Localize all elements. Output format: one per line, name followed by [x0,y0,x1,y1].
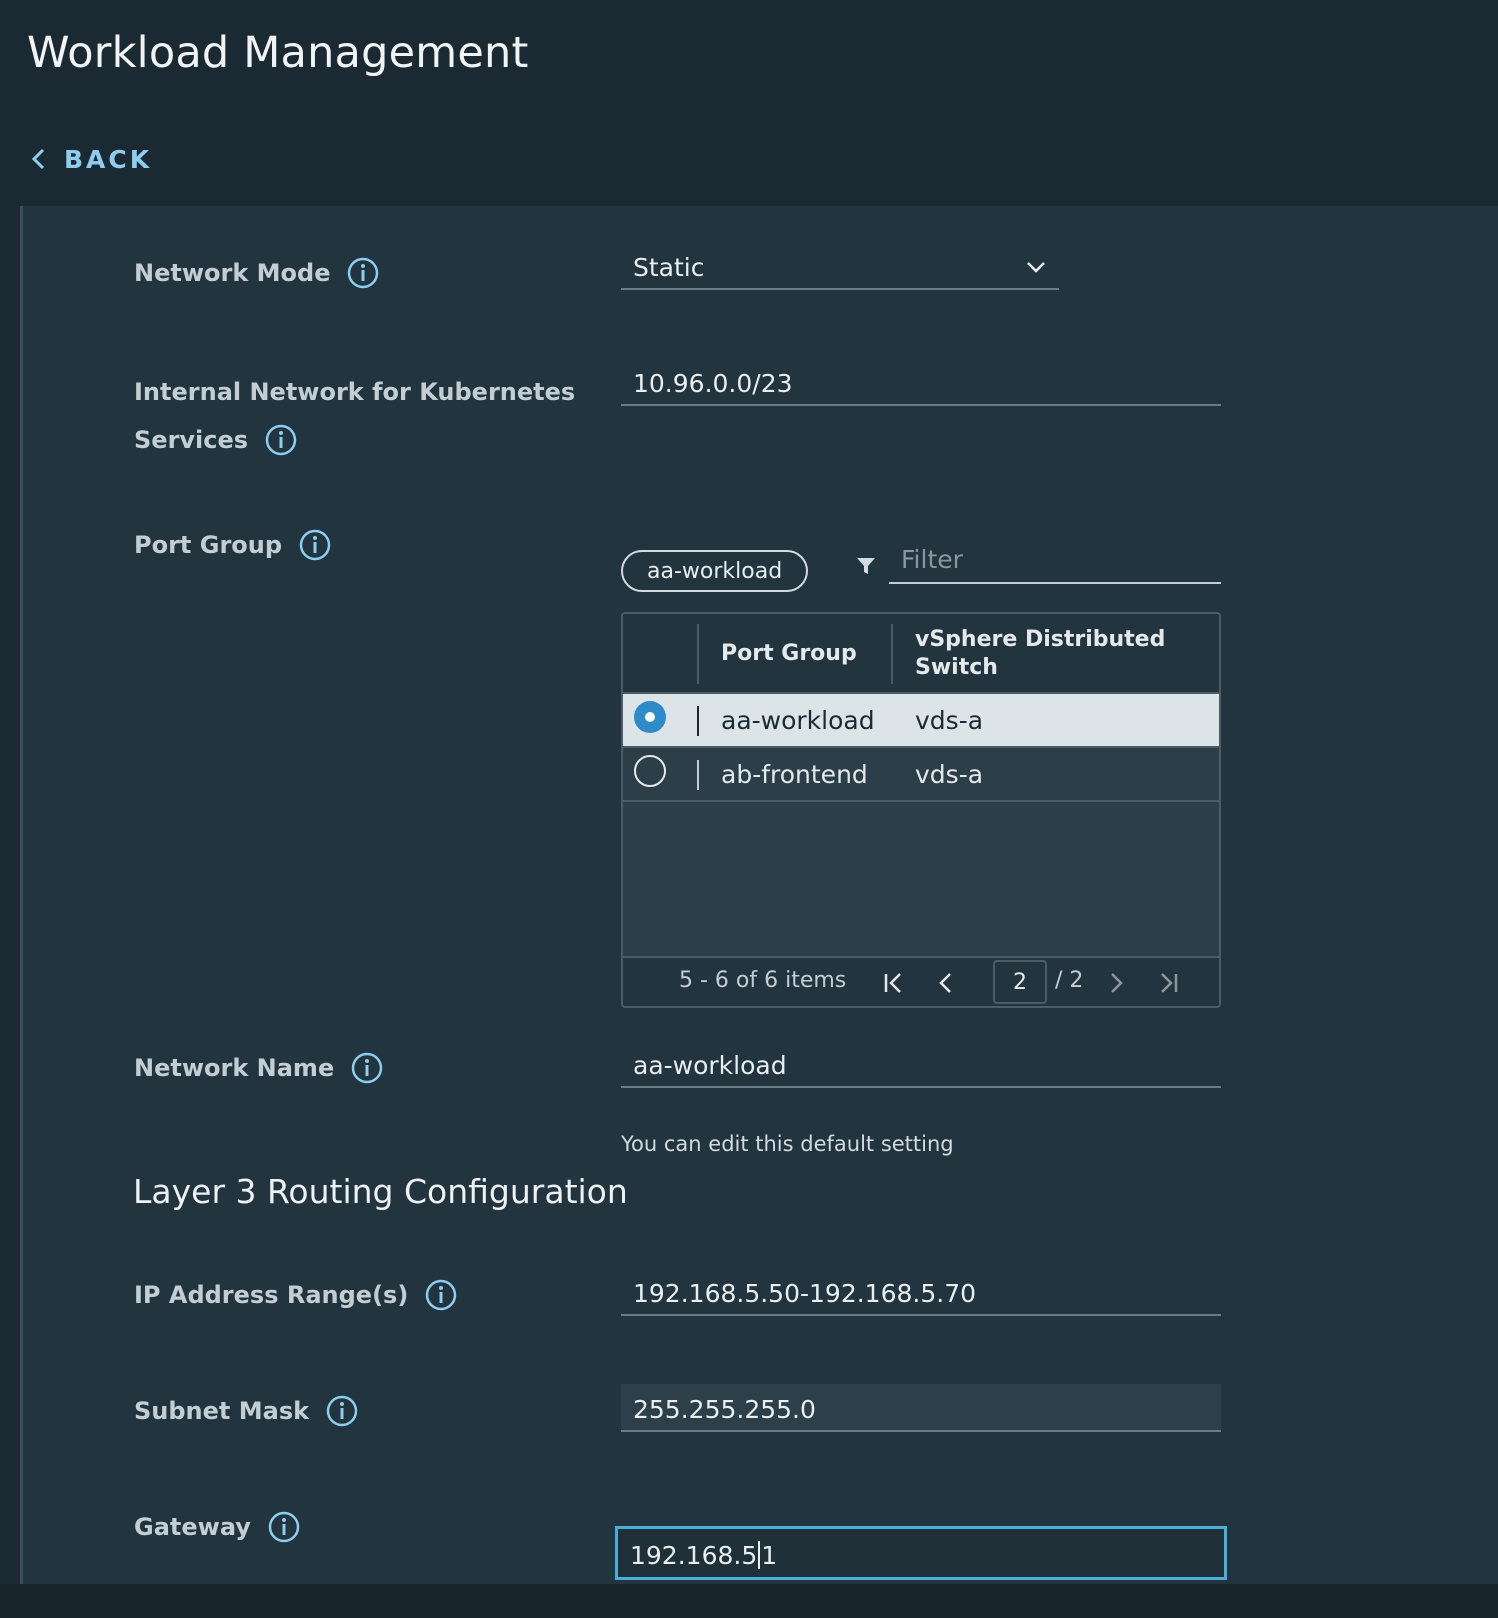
filter-placeholder: Filter [901,544,963,574]
page-total: / 2 [1055,968,1084,993]
ip-range-label: IP Address Range(s) [134,1278,458,1312]
network-name-helper-text: You can edit this default setting [621,1132,954,1156]
ip-range-label-text: IP Address Range(s) [134,1281,409,1309]
next-page-icon[interactable] [1103,970,1129,996]
info-icon[interactable] [267,1510,301,1544]
back-link[interactable]: BACK [28,142,152,176]
subnet-mask-label: Subnet Mask [134,1394,359,1428]
row-separator [697,706,699,736]
column-separator[interactable] [891,624,893,684]
page-number-input[interactable]: 2 [993,960,1047,1004]
radio-selected-icon[interactable] [633,700,667,734]
text-caret [758,1541,761,1569]
first-page-icon[interactable] [881,970,907,996]
gateway-label-text: Gateway [134,1513,251,1541]
pagination-range: 5 - 6 of 6 items [679,968,847,993]
subnet-mask-label-text: Subnet Mask [134,1397,310,1425]
network-mode-label: Network Mode [134,256,380,290]
chevron-down-icon [1027,262,1045,273]
gateway-value-part1: 192.168.5 [630,1540,758,1570]
subnet-mask-input[interactable]: 255.255.255.0 [621,1384,1221,1432]
bottom-bar [0,1584,1498,1618]
table-row[interactable]: aa-workload vds-a [623,694,1219,748]
column-separator[interactable] [697,624,699,684]
ip-range-input[interactable]: 192.168.5.50-192.168.5.70 [621,1268,1221,1316]
info-icon[interactable] [325,1394,359,1428]
column-header-port-group[interactable]: Port Group [721,614,857,694]
port-group-cell: ab-frontend [721,759,868,789]
port-group-label: Port Group [134,528,332,562]
info-icon[interactable] [346,256,380,290]
port-group-cell: aa-workload [721,705,875,735]
column-header-switch[interactable]: vSphere Distributed Switch [915,614,1175,694]
port-group-datagrid: Port Group vSphere Distributed Switch aa… [621,612,1221,1008]
info-icon[interactable] [350,1051,384,1085]
internal-network-label: Internal Network for Kubernetes Services [134,368,575,464]
network-mode-value: Static [633,252,705,282]
datagrid-header: Port Group vSphere Distributed Switch [623,614,1219,694]
datagrid-footer: 5 - 6 of 6 items 2 / 2 [623,956,1219,1006]
selected-port-group-chip[interactable]: aa-workload [621,550,809,592]
layer3-section-title: Layer 3 Routing Configuration [133,1172,628,1211]
info-icon[interactable] [424,1278,458,1312]
internal-network-label-line1: Internal Network for Kubernetes [134,378,576,406]
network-name-label: Network Name [134,1051,384,1085]
ip-range-value: 192.168.5.50-192.168.5.70 [633,1278,977,1308]
filter-input[interactable]: Filter [889,536,1221,584]
internal-network-label-line2: Services [134,426,249,454]
table-row[interactable]: ab-frontend vds-a [623,748,1219,802]
page-title: Workload Management [27,28,529,78]
network-name-value: aa-workload [633,1050,787,1080]
network-mode-label-text: Network Mode [134,259,331,287]
filter-icon [857,558,875,574]
subnet-mask-value: 255.255.255.0 [633,1394,816,1424]
network-mode-select[interactable]: Static [621,242,1059,290]
previous-page-icon[interactable] [933,970,959,996]
network-name-label-text: Network Name [134,1054,335,1082]
gateway-value-part2: 1 [761,1540,778,1570]
last-page-icon[interactable] [1155,970,1181,996]
chevron-left-icon [31,148,45,170]
form-panel: Network Mode Static Internal Network for… [20,206,1498,1584]
switch-cell: vds-a [915,759,984,789]
internal-network-input[interactable]: 10.96.0.0/23 [621,358,1221,406]
port-group-label-text: Port Group [134,531,283,559]
gateway-label: Gateway [134,1510,301,1544]
network-name-input[interactable]: aa-workload [621,1040,1221,1088]
row-separator [697,760,699,790]
radio-empty-icon[interactable] [633,754,667,788]
switch-cell: vds-a [915,705,984,735]
back-label: BACK [64,144,153,174]
gateway-input[interactable]: 192.168.5 1 [615,1526,1227,1580]
internal-network-value: 10.96.0.0/23 [633,368,793,398]
info-icon[interactable] [264,423,298,457]
page-header: Workload Management BACK [0,0,1498,206]
info-icon[interactable] [298,528,332,562]
